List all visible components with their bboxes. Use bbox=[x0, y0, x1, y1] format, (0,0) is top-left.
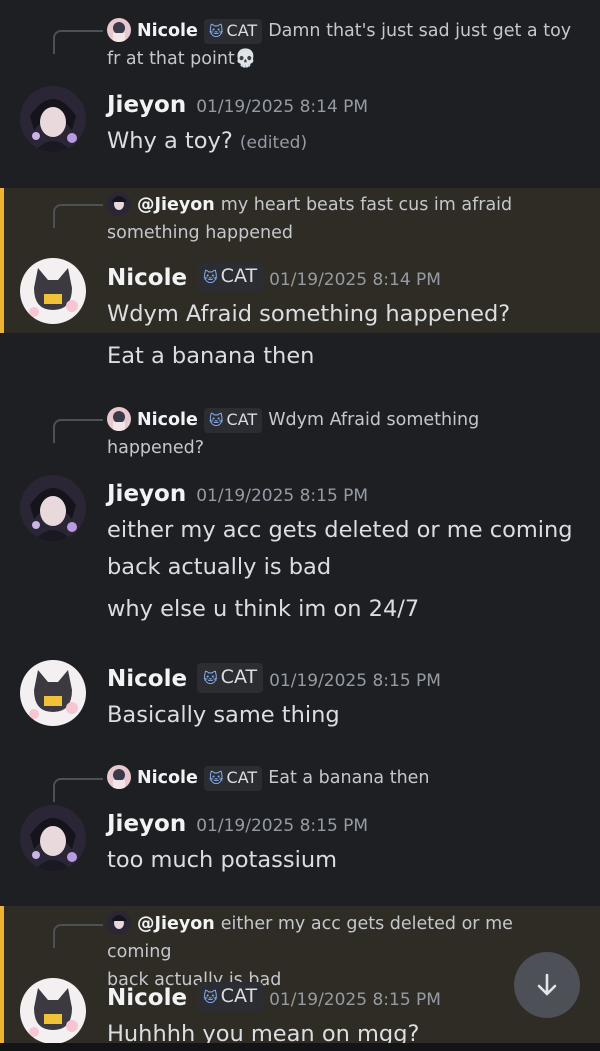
reply-spine bbox=[53, 30, 103, 54]
reply-spine bbox=[53, 778, 103, 802]
reply-avatar bbox=[107, 911, 131, 935]
reply-author[interactable]: Nicole bbox=[137, 410, 198, 430]
avatar[interactable] bbox=[20, 258, 86, 324]
reply-text: Eat a banana then bbox=[268, 768, 430, 788]
author-name[interactable]: Nicole bbox=[107, 265, 187, 291]
timestamp: 01/19/2025 8:15 PM bbox=[196, 486, 369, 506]
author-name[interactable]: Jieyon bbox=[107, 92, 186, 118]
timestamp: 01/19/2025 8:15 PM bbox=[269, 671, 441, 691]
message-line: Why a toy? bbox=[107, 128, 233, 154]
reply-mention[interactable]: @Jieyon bbox=[137, 914, 215, 934]
timestamp: 01/19/2025 8:15 PM bbox=[196, 816, 369, 836]
message-header: Jieyon 01/19/2025 8:14 PM bbox=[107, 88, 590, 124]
role-tag-label: CAT bbox=[220, 666, 258, 688]
message-text: back actually is bad bbox=[107, 554, 332, 580]
role-tag: 🐱 CAT bbox=[197, 982, 264, 1012]
message-header: Nicole 🐱 CAT 01/19/2025 8:15 PM bbox=[107, 662, 590, 698]
reply-text: Damn that's just sad just get a toy bbox=[268, 21, 572, 41]
cat-icon: 🐱 bbox=[203, 990, 218, 1006]
reply-spine bbox=[53, 204, 103, 228]
cat-icon: 🐱 bbox=[208, 24, 224, 40]
message-group: Nicole 🐱 CAT Damn that's just sad just get … bbox=[0, 0, 600, 178]
bottom-bar bbox=[0, 1043, 600, 1051]
cat-icon: 🐱 bbox=[208, 771, 224, 787]
author-name[interactable]: Jieyon bbox=[107, 811, 186, 837]
message-text: Why a toy? (edited) bbox=[107, 123, 590, 162]
message-header: Jieyon 01/19/2025 8:15 PM bbox=[107, 477, 590, 513]
message-text: why else u think im on 24/7 bbox=[107, 596, 420, 622]
message-text: Basically same thing bbox=[107, 702, 340, 728]
message-text: Wdym Afraid something happened? bbox=[107, 301, 511, 327]
avatar[interactable] bbox=[20, 805, 86, 871]
timestamp: 01/19/2025 8:14 PM bbox=[269, 270, 441, 290]
message-text: Eat a banana then bbox=[107, 343, 315, 369]
author-name[interactable]: Nicole bbox=[107, 985, 187, 1011]
reply-preview[interactable]: Nicole 🐱 CAT Eat a banana then bbox=[107, 764, 580, 792]
author-name[interactable]: Nicole bbox=[107, 666, 187, 692]
reply-avatar bbox=[107, 192, 131, 216]
timestamp: 01/19/2025 8:15 PM bbox=[269, 990, 441, 1010]
reply-avatar bbox=[107, 407, 131, 431]
reply-avatar bbox=[107, 765, 131, 789]
avatar[interactable] bbox=[20, 86, 86, 152]
timestamp: 01/19/2025 8:14 PM bbox=[196, 97, 369, 117]
message-header: Nicole 🐱 CAT 01/19/2025 8:14 PM bbox=[107, 261, 590, 297]
role-tag: 🐱 CAT bbox=[203, 766, 263, 791]
message-text: too much potassium bbox=[107, 847, 337, 873]
arrow-down-icon bbox=[537, 973, 557, 996]
reply-preview[interactable]: Nicole 🐱 CAT Wdym Afraid something happened… bbox=[107, 406, 580, 462]
role-tag: 🐱 CAT bbox=[197, 262, 264, 292]
role-tag-label: CAT bbox=[220, 985, 258, 1007]
role-tag-label: CAT bbox=[220, 265, 258, 287]
author-name[interactable]: Jieyon bbox=[107, 481, 186, 507]
message-group-mentioned: @Jieyon either my acc gets deleted or me … bbox=[0, 906, 600, 1043]
role-tag: 🐱 CAT bbox=[203, 408, 263, 433]
role-tag-label: CAT bbox=[226, 768, 258, 787]
reply-preview[interactable]: Nicole 🐱 CAT Damn that's just sad just get … bbox=[107, 17, 580, 73]
message-text: either my acc gets deleted or me coming bbox=[107, 517, 573, 543]
role-tag: 🐱 CAT bbox=[203, 19, 263, 44]
reply-text-cont: happened? bbox=[107, 438, 205, 458]
cat-icon: 🐱 bbox=[203, 270, 218, 286]
reply-text: my heart beats fast cus im afraid bbox=[220, 195, 513, 215]
reply-avatar bbox=[107, 18, 131, 42]
reply-text-cont: fr at that point💀 bbox=[107, 49, 257, 69]
role-tag-label: CAT bbox=[226, 410, 258, 429]
reply-text-cont: something happened bbox=[107, 223, 293, 243]
reply-author[interactable]: Nicole bbox=[137, 21, 198, 41]
message-header: Jieyon 01/19/2025 8:15 PM bbox=[107, 807, 590, 843]
role-tag-label: CAT bbox=[226, 21, 258, 40]
avatar[interactable] bbox=[20, 978, 86, 1043]
avatar[interactable] bbox=[20, 660, 86, 726]
edited-label: (edited) bbox=[239, 133, 308, 153]
reply-mention[interactable]: @Jieyon bbox=[137, 195, 215, 215]
message-text: Huhhhh you mean on mgg? bbox=[107, 1021, 420, 1043]
reply-spine bbox=[53, 924, 103, 948]
jump-to-bottom-button[interactable] bbox=[514, 952, 580, 1018]
role-tag: 🐱 CAT bbox=[197, 663, 264, 693]
reply-text: Wdym Afraid something bbox=[268, 410, 480, 430]
cat-icon: 🐱 bbox=[203, 671, 218, 687]
avatar[interactable] bbox=[20, 475, 86, 541]
reply-author[interactable]: Nicole bbox=[137, 768, 198, 788]
cat-icon: 🐱 bbox=[208, 413, 224, 429]
reply-spine bbox=[53, 419, 103, 443]
reply-preview[interactable]: @Jieyon my heart beats fast cus im afraid… bbox=[107, 191, 580, 247]
